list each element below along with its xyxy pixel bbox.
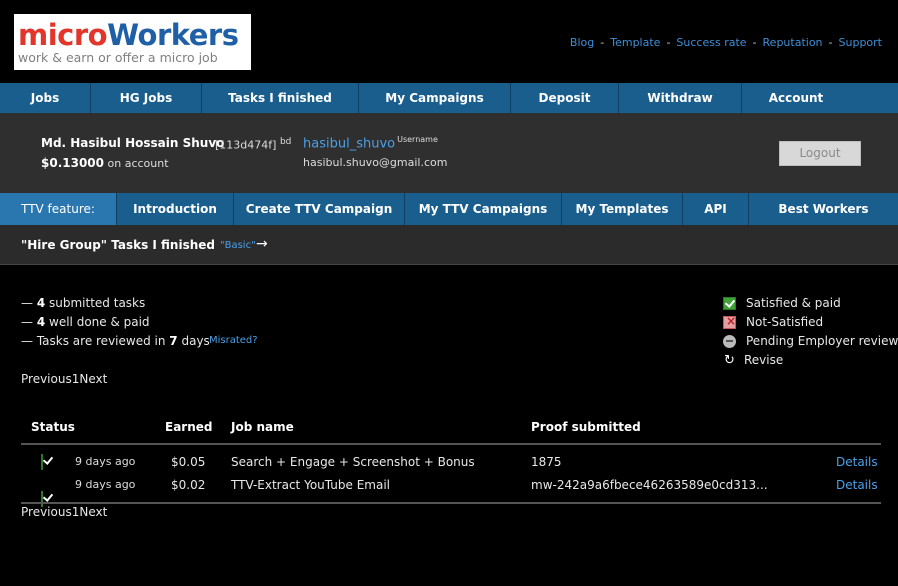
stat-done-paid: — 4 well done & paid bbox=[21, 315, 150, 329]
stat-submitted: — 4 submitted tasks bbox=[21, 296, 146, 310]
pending-icon bbox=[723, 334, 736, 348]
legend-satisfied: Satisfied & paid bbox=[723, 296, 841, 310]
check-icon bbox=[41, 454, 43, 470]
ttv-best-workers[interactable]: Best Workers bbox=[749, 193, 898, 225]
row-time: 9 days ago bbox=[75, 455, 136, 468]
section-header: "Hire Group" Tasks I finished "Basic" → bbox=[0, 225, 898, 265]
cross-icon bbox=[723, 314, 736, 329]
pager-next[interactable]: Next bbox=[79, 505, 107, 519]
table-footer-divider bbox=[21, 502, 881, 504]
col-proof: Proof submitted bbox=[531, 420, 641, 434]
main-nav: Jobs HG Jobs Tasks I finished My Campaig… bbox=[0, 83, 898, 113]
top-links: Blog - Template - Success rate - Reputation… bbox=[569, 36, 882, 49]
username-label: Username bbox=[397, 135, 438, 144]
nav-deposit[interactable]: Deposit bbox=[511, 83, 619, 113]
table-row: 9 days ago $0.05 Search + Engage + Scree… bbox=[0, 0, 898, 470]
misrated-link[interactable]: Misrated? bbox=[209, 335, 258, 346]
link-success-rate[interactable]: Success rate bbox=[676, 36, 746, 49]
pager-previous[interactable]: Previous bbox=[21, 505, 72, 519]
ttv-nav: TTV feature: Introduction Create TTV Cam… bbox=[0, 193, 898, 225]
stat-review-days: — Tasks are reviewed in 7 days bbox=[21, 334, 210, 348]
legend-pending: Pending Employer review bbox=[723, 334, 898, 348]
row-earned: $0.02 bbox=[171, 478, 206, 492]
pager-previous[interactable]: Previous bbox=[21, 372, 72, 386]
col-job-name: Job name bbox=[231, 420, 294, 434]
link-support[interactable]: Support bbox=[839, 36, 882, 49]
nav-account[interactable]: Account bbox=[742, 83, 850, 113]
ttv-create-campaign[interactable]: Create TTV Campaign bbox=[234, 193, 405, 225]
revise-icon: ↻ bbox=[724, 352, 735, 368]
pagination-top: Previous1Next bbox=[21, 372, 107, 386]
account-id: [113d474f] bd bbox=[215, 137, 292, 152]
ttv-feature-label: TTV feature: bbox=[0, 193, 117, 225]
logout-button[interactable]: Logout bbox=[779, 141, 861, 166]
legend-revise: ↻ Revise bbox=[724, 352, 784, 368]
details-link[interactable]: Details bbox=[836, 455, 878, 469]
row-proof: mw-242a9a6fbece46263589e0cd313... bbox=[531, 478, 768, 492]
nav-jobs[interactable]: Jobs bbox=[0, 83, 91, 113]
link-template[interactable]: Template bbox=[610, 36, 660, 49]
link-blog[interactable]: Blog bbox=[570, 36, 594, 49]
logo-text: microWorkers bbox=[18, 18, 239, 52]
col-status: Status bbox=[31, 420, 75, 434]
nav-withdraw[interactable]: Withdraw bbox=[619, 83, 742, 113]
nav-my-campaigns[interactable]: My Campaigns bbox=[359, 83, 511, 113]
nav-hg-jobs[interactable]: HG Jobs bbox=[91, 83, 202, 113]
username-link[interactable]: hasibul_shuvo bbox=[303, 136, 395, 151]
pagination-bottom: Previous1Next bbox=[21, 505, 107, 519]
details-link[interactable]: Details bbox=[836, 478, 878, 492]
arrow-right-icon: → bbox=[256, 236, 268, 252]
ttv-introduction[interactable]: Introduction bbox=[117, 193, 234, 225]
check-icon bbox=[723, 296, 736, 310]
col-earned: Earned bbox=[165, 420, 213, 434]
logo-tagline: work & earn or offer a micro job bbox=[18, 50, 218, 65]
link-reputation[interactable]: Reputation bbox=[763, 36, 823, 49]
pager-next[interactable]: Next bbox=[79, 372, 107, 386]
row-earned: $0.05 bbox=[171, 455, 206, 469]
ttv-my-templates[interactable]: My Templates bbox=[562, 193, 683, 225]
country-code: bd bbox=[279, 137, 292, 147]
site-logo[interactable]: microWorkers work & earn or offer a micr… bbox=[14, 14, 251, 70]
nav-tasks-finished[interactable]: Tasks I finished bbox=[202, 83, 359, 113]
account-name: Md. Hasibul Hossain Shuvo bbox=[41, 136, 225, 150]
account-balance: $0.13000 on account bbox=[41, 156, 169, 170]
page-title: "Hire Group" Tasks I finished bbox=[21, 238, 216, 252]
row-job-name: TTV-Extract YouTube Email bbox=[231, 478, 390, 492]
row-time: 9 days ago bbox=[75, 478, 136, 491]
legend-not-satisfied: Not-Satisfied bbox=[723, 314, 823, 329]
table-header-divider bbox=[21, 443, 881, 445]
ttv-my-campaigns[interactable]: My TTV Campaigns bbox=[405, 193, 562, 225]
username: hasibul_shuvo Username bbox=[303, 135, 438, 151]
ttv-api[interactable]: API bbox=[683, 193, 749, 225]
row-proof: 1875 bbox=[531, 455, 562, 469]
basic-link[interactable]: "Basic" bbox=[220, 240, 256, 251]
account-email: hasibul.shuvo@gmail.com bbox=[303, 156, 448, 169]
row-job-name: Search + Engage + Screenshot + Bonus bbox=[231, 455, 475, 469]
account-panel: Md. Hasibul Hossain Shuvo [113d474f] bd … bbox=[0, 113, 898, 193]
